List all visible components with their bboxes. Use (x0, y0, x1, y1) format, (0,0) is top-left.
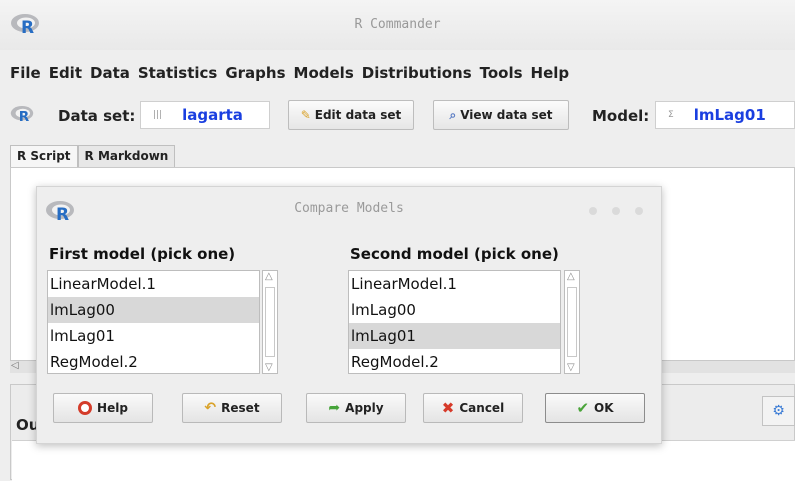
cancel-button[interactable]: ✖ Cancel (423, 393, 523, 423)
menu-edit[interactable]: Edit (45, 64, 86, 82)
list-item[interactable]: LinearModel.1 (48, 271, 259, 297)
scroll-down-icon[interactable]: ▽ (265, 362, 273, 373)
apply-button[interactable]: ➦ Apply (306, 393, 406, 423)
view-dataset-label: View data set (460, 108, 553, 122)
scroll-thumb[interactable] (567, 287, 577, 357)
scroll-thumb[interactable] (265, 287, 275, 357)
menu-data[interactable]: Data (86, 64, 134, 82)
list-item-selected[interactable]: lmLag00 (48, 297, 259, 323)
submit-button[interactable]: ⚙ (762, 396, 795, 426)
list-item[interactable]: lmLag00 (349, 297, 560, 323)
apply-label: Apply (345, 401, 384, 415)
menu-models[interactable]: Models (290, 64, 358, 82)
help-label: Help (97, 401, 128, 415)
output-text-area[interactable] (12, 440, 795, 481)
scroll-down-icon[interactable]: ▽ (567, 362, 575, 373)
scroll-left-icon[interactable]: ◁ (11, 360, 19, 371)
compare-models-dialog: R Compare Models First model (pick one) … (36, 186, 662, 444)
list-item[interactable]: lmLag01 (48, 323, 259, 349)
list-item-selected[interactable]: lmLag01 (349, 323, 560, 349)
menu-tools[interactable]: Tools (476, 64, 527, 82)
first-model-label: First model (pick one) (49, 245, 236, 263)
checkmark-icon: ✔ (576, 399, 590, 417)
list-item[interactable]: RegModel.2 (48, 349, 259, 373)
close-icon[interactable] (635, 207, 643, 215)
help-button[interactable]: Help (53, 393, 153, 423)
toolbar: R Data set: ||| lagarta ✎ Edit data set … (0, 96, 795, 136)
cancel-label: Cancel (459, 401, 505, 415)
window-controls (589, 207, 643, 215)
scroll-up-icon[interactable]: △ (265, 271, 273, 282)
editor-tabs: R Script R Markdown (10, 145, 176, 167)
dataset-field[interactable]: ||| lagarta (140, 101, 270, 129)
help-lifebuoy-icon (78, 401, 93, 415)
maximize-icon[interactable] (612, 207, 620, 215)
magnifier-icon: ⌕ (449, 107, 457, 122)
model-value: lmLag01 (693, 106, 766, 124)
menu-file[interactable]: File (0, 64, 45, 82)
model-field[interactable]: Σ lmLag01 (655, 101, 795, 129)
ok-button[interactable]: ✔ OK (545, 393, 645, 423)
first-list-scrollbar[interactable]: △ ▽ (262, 270, 278, 374)
apply-arrow-icon: ➦ (328, 400, 341, 416)
dialog-title-bar: R Compare Models (37, 187, 661, 231)
second-list-scrollbar[interactable]: △ ▽ (564, 270, 580, 374)
dataset-value: lagarta (182, 106, 243, 124)
minimize-icon[interactable] (589, 207, 597, 215)
reset-button[interactable]: ↶ Reset (182, 393, 282, 423)
reset-arrow-icon: ↶ (204, 400, 217, 416)
list-item[interactable]: LinearModel.1 (349, 271, 560, 297)
scroll-up-icon[interactable]: △ (567, 271, 575, 282)
title-bar: R R Commander (0, 0, 795, 50)
menu-help[interactable]: Help (527, 64, 574, 82)
cancel-x-icon: ✖ (441, 399, 455, 417)
menu-distributions[interactable]: Distributions (358, 64, 476, 82)
second-model-label: Second model (pick one) (350, 245, 559, 263)
tab-r-markdown[interactable]: R Markdown (77, 145, 176, 167)
view-dataset-button[interactable]: ⌕ View data set (433, 100, 569, 130)
r-logo-icon: R (10, 106, 34, 124)
pencil-icon: ✎ (300, 108, 311, 122)
window-title: R Commander (354, 17, 441, 32)
dataset-icon: ||| (153, 110, 163, 120)
menu-graphs[interactable]: Graphs (221, 64, 289, 82)
model-icon: Σ (668, 110, 674, 120)
reset-label: Reset (221, 401, 260, 415)
edit-dataset-label: Edit data set (314, 108, 402, 122)
dialog-title: Compare Models (294, 201, 404, 216)
second-model-list[interactable]: LinearModel.1 lmLag00 lmLag01 RegModel.2 (348, 270, 561, 374)
menu-bar: File Edit Data Statistics Graphs Models … (0, 58, 795, 88)
ok-label: OK (594, 401, 614, 415)
list-item[interactable]: RegModel.2 (349, 349, 560, 373)
first-model-list[interactable]: LinearModel.1 lmLag00 lmLag01 RegModel.2 (47, 270, 260, 374)
tab-r-script[interactable]: R Script (10, 145, 78, 167)
edit-dataset-button[interactable]: ✎ Edit data set (288, 100, 414, 130)
model-label: Model: (592, 107, 650, 125)
menu-statistics[interactable]: Statistics (134, 64, 221, 82)
dataset-label: Data set: (58, 107, 136, 125)
submit-icon: ⚙ (772, 403, 785, 419)
svg-text:R: R (19, 109, 30, 124)
